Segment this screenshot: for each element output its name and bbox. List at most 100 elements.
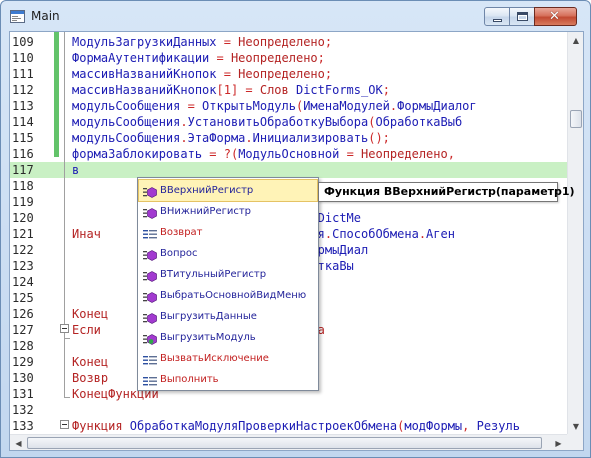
keyword-token: Возвр: [72, 371, 109, 385]
keyword-token: Инач: [72, 227, 101, 241]
code-text: формаЗаблокировать = ?(МодульОсновной = …: [72, 146, 455, 162]
line-number: 109: [12, 35, 34, 49]
autocomplete-item[interactable]: ВНижнийРегистр: [139, 201, 317, 222]
horizontal-scroll-thumb[interactable]: [27, 437, 542, 449]
autocomplete-item-label: ВызватьИсключение: [160, 353, 269, 364]
code-text: Функция ОбработкаМодуляПроверкиНастроекО…: [72, 418, 520, 434]
operator-token: ;: [324, 35, 333, 49]
title-bar[interactable]: Main ✕: [1, 1, 590, 31]
code-line[interactable]: 112 массивНазванийКнопок[1] = Слов DictFo…: [10, 82, 570, 98]
keyword-token: Неопределено: [361, 147, 448, 161]
fold-guide: [64, 336, 65, 397]
autocomplete-item[interactable]: ВызватьИсключение: [139, 348, 317, 369]
autocomplete-item[interactable]: ВТитульныйРегистр: [139, 264, 317, 285]
main-window: Main ✕ 109 МодульЗагрузкиДанных = Неопред…: [0, 0, 591, 458]
line-number: 119: [12, 195, 34, 209]
autocomplete-item[interactable]: ВыгрузитьМодуль: [139, 327, 317, 348]
line-number: 125: [12, 291, 34, 305]
line-number: 110: [12, 51, 34, 65]
operator-token: .: [418, 227, 427, 241]
identifier-token: ОбработкаВыб: [375, 115, 463, 129]
code-line[interactable]: 132: [10, 402, 570, 418]
method-icon: [143, 269, 157, 282]
operator-token: =: [346, 147, 362, 161]
autocomplete-item-label: ВТитульныйРегистр: [160, 269, 267, 280]
method-icon: [143, 290, 157, 303]
code-line[interactable]: 109 МодульЗагрузкиДанных = Неопределено;: [10, 34, 570, 50]
identifier-token: модульСообщения: [72, 131, 181, 145]
scroll-up-icon[interactable]: ▲: [568, 32, 584, 49]
keyword-icon: [143, 353, 157, 365]
horizontal-scrollbar[interactable]: ◀ ▶: [10, 434, 567, 450]
identifier-token: МодульОсновной: [238, 147, 347, 161]
line-number: 116: [12, 147, 34, 161]
code-line[interactable]: 113 модульСообщения = ОткрытьМодуль(Имена…: [10, 98, 570, 114]
code-line[interactable]: 110 ФормаАутентификации = Неопределено;: [10, 50, 570, 66]
autocomplete-item[interactable]: Вопрос: [139, 243, 317, 264]
line-number: 122: [12, 243, 34, 257]
scroll-left-icon[interactable]: ◀: [10, 435, 27, 451]
code-text: в: [72, 162, 79, 178]
line-number: 121: [12, 227, 34, 241]
maximize-button[interactable]: [509, 7, 535, 26]
line-number: 132: [12, 403, 34, 417]
minimize-button[interactable]: [484, 7, 510, 26]
line-number: 118: [12, 179, 34, 193]
scroll-down-icon[interactable]: ▼: [568, 418, 584, 435]
keyword-icon: [143, 374, 157, 386]
keyword-token: Конец: [72, 355, 109, 369]
maximize-icon: [517, 12, 528, 21]
identifier-token: массивНазванийКнопок: [72, 83, 217, 97]
autocomplete-tooltip: Функция ВВерхнийРегистр(параметр1): [318, 182, 575, 202]
identifier-token: УстановитьОбработкуВыбора: [187, 115, 369, 129]
code-text: массивНазванийКнопок[1] = Слов DictForms…: [72, 82, 390, 98]
code-line[interactable]: 111 массивНазванийКнопок = Неопределено;: [10, 66, 570, 82]
fold-guide: [64, 32, 65, 338]
code-text: МодульЗагрузкиДанных = Неопределено;: [72, 34, 332, 50]
keyword-token: Функция: [72, 419, 130, 433]
line-number: 112: [12, 83, 34, 97]
line-number: 133: [12, 419, 34, 433]
autocomplete-item[interactable]: Возврат: [139, 222, 317, 243]
vertical-scrollbar[interactable]: ▲ ▼: [567, 32, 583, 435]
autocomplete-item[interactable]: ВыгрузитьДанные: [139, 306, 317, 327]
fold-toggle-icon[interactable]: [60, 420, 69, 429]
autocomplete-item-label: Вопрос: [160, 248, 198, 259]
fold-toggle-icon[interactable]: [60, 324, 69, 333]
identifier-token: ИменаМодулей: [303, 99, 390, 113]
code-text: модульСообщения = ОткрытьМодуль(ИменаМод…: [72, 98, 477, 114]
code-line[interactable]: 117 в: [10, 162, 570, 178]
window-title: Main: [31, 9, 60, 23]
line-number: 113: [12, 99, 34, 113]
vertical-scroll-thumb[interactable]: [570, 110, 582, 128]
identifier-token: Резуль: [476, 419, 520, 433]
close-button[interactable]: ✕: [534, 7, 577, 26]
scroll-right-icon[interactable]: ▶: [550, 435, 567, 451]
line-number: 120: [12, 211, 34, 225]
autocomplete-item[interactable]: Выполнить: [139, 369, 317, 390]
code-text: Конец: [72, 306, 108, 322]
line-number: 128: [12, 339, 34, 353]
scrollbar-corner: [567, 434, 583, 450]
autocomplete-item[interactable]: ВыбратьОсновнойВидМеню: [139, 285, 317, 306]
operator-token: = ?(: [209, 147, 239, 161]
code-line[interactable]: 116 формаЗаблокировать = ?(МодульОсновной…: [10, 146, 570, 162]
identifier-token: Инициализировать: [252, 131, 369, 145]
line-number: 130: [12, 371, 34, 385]
identifier-token: формаЗаблокировать: [72, 147, 210, 161]
code-line[interactable]: 115 модульСообщения.ЭтаФорма.Инициализиро…: [10, 130, 570, 146]
line-number: 131: [12, 387, 34, 401]
app-icon: [10, 10, 25, 23]
autocomplete-item[interactable]: ВВерхнийРегистр: [138, 179, 318, 202]
autocomplete-popup[interactable]: ВВерхнийРегистр ВНижнийРегистр Возврат Вопр…: [137, 177, 319, 391]
keyword-token: Если: [72, 323, 101, 337]
identifier-token: ЭтаФорма: [187, 131, 246, 145]
code-line[interactable]: 133 Функция ОбработкаМодуляПроверкиНастро…: [10, 418, 570, 434]
fold-end-mark: [64, 397, 70, 398]
keyword-token: Неопределено: [230, 51, 318, 65]
keyword-icon: [143, 227, 157, 239]
minimize-icon: [493, 19, 502, 22]
code-line[interactable]: 114 модульСообщения.УстановитьОбработкуВы…: [10, 114, 570, 130]
line-number: 123: [12, 259, 34, 273]
autocomplete-item-label: ВыбратьОсновнойВидМеню: [160, 290, 307, 301]
